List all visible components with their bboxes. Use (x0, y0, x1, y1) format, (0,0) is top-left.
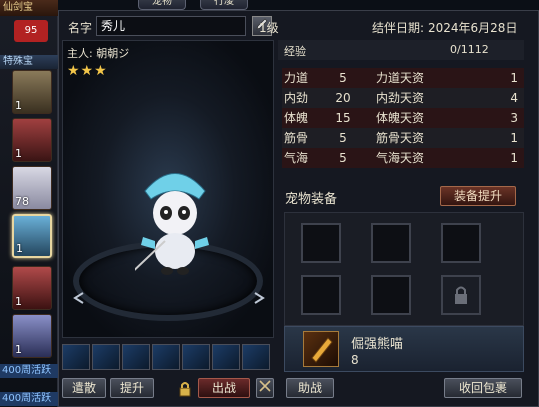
dismiss-battle-button[interactable] (256, 378, 274, 398)
rotate-left-icon[interactable] (71, 291, 85, 305)
exp-label: 经验 (284, 45, 306, 58)
equipment-slot[interactable] (371, 275, 411, 315)
lock-badge[interactable]: 95 (14, 20, 48, 42)
equipment-upgrade-button[interactable]: 装备提升 (440, 186, 516, 206)
slot-count: 1 (15, 343, 22, 356)
stat-value: 5 (339, 151, 347, 165)
stat-name: 内劲 (284, 91, 309, 105)
pet-item-row[interactable]: 倔强熊喵 8 (284, 326, 524, 372)
name-row: 名字 秀儿 (62, 16, 278, 38)
stat-row: 气海 5 气海天资 1 (282, 148, 524, 168)
stat-value: 5 (339, 131, 347, 145)
skill-slot[interactable] (182, 344, 210, 370)
promo-tag-2[interactable]: 400周活跃 (0, 392, 58, 406)
retrieve-button[interactable]: 收回包裹 (444, 378, 522, 398)
crossed-swords-icon (259, 380, 271, 392)
stat-value: 5 (339, 71, 347, 85)
slot-count: 1 (16, 242, 23, 255)
item-count: 8 (351, 353, 359, 367)
skill-slot[interactable] (242, 344, 270, 370)
panda-pet-icon (135, 173, 209, 275)
assist-button[interactable]: 助战 (286, 378, 334, 398)
stat-name: 筋骨 (284, 131, 309, 145)
stat-name: 体魄 (284, 111, 309, 125)
list-top-label: 仙剑宝 (0, 0, 58, 16)
tab-pet[interactable]: 宠物 (138, 0, 186, 10)
companion-label: 结伴日期: (372, 21, 425, 35)
skill-bar (62, 344, 274, 370)
slot-count: 78 (15, 195, 29, 208)
companion-date: 2024年6月28日 (428, 21, 518, 35)
star-rating: ★★★ (67, 63, 108, 79)
stat-row: 体魄 15 体魄天资 3 (282, 108, 524, 128)
promote-button[interactable]: 提升 (110, 378, 154, 398)
equipment-slot[interactable] (301, 275, 341, 315)
aptitude-value: 1 (510, 131, 518, 145)
aptitude-value: 1 (510, 71, 518, 85)
rotate-right-icon[interactable] (253, 291, 267, 305)
lock-icon (455, 286, 467, 304)
skill-slot[interactable] (212, 344, 240, 370)
item-name: 倔强熊喵 (351, 337, 404, 352)
owner-label: 主人: (67, 47, 93, 60)
stat-row: 力道 5 力道天资 1 (282, 68, 524, 88)
stat-name: 气海 (284, 151, 309, 165)
equipment-grid (284, 212, 524, 326)
pet-slot-4-selected[interactable]: 1 (12, 214, 52, 258)
scroll-icon (311, 337, 333, 363)
aptitude-value: 3 (510, 111, 518, 125)
tab-mount[interactable]: 行凌 (200, 0, 248, 10)
pet-slot-3[interactable]: 78 (12, 166, 52, 210)
release-button[interactable]: 遣散 (62, 378, 106, 398)
stat-row: 内劲 20 内劲天资 4 (282, 88, 524, 108)
aptitude-value: 1 (510, 151, 518, 165)
slot-count: 1 (15, 295, 22, 308)
pet-slot-5[interactable]: 1 (12, 266, 52, 310)
aptitude-name: 筋骨天资 (376, 131, 425, 145)
pet-list-sidebar: 仙剑宝 95 特殊宝 1 1 78 1 1 1 400周活跃 400周活跃 (0, 0, 58, 407)
name-field[interactable]: 秀儿 (96, 16, 246, 36)
pet-slot-6[interactable]: 1 (12, 314, 52, 358)
battle-button[interactable]: 出战 (198, 378, 250, 398)
aptitude-value: 4 (510, 91, 518, 105)
list-section-label: 特殊宝 (0, 55, 58, 69)
pet-level: 1级 (259, 21, 279, 35)
exp-value: 0/1112 (450, 43, 489, 56)
skill-slot[interactable] (62, 344, 90, 370)
equipment-slot[interactable] (301, 223, 341, 263)
exp-row: 经验 0/1112 (278, 40, 524, 60)
equipment-title: 宠物装备 (285, 192, 338, 207)
aptitude-name: 内劲天资 (376, 91, 425, 105)
pet-portrait[interactable]: 主人: 朝朝ジ ★★★ (62, 40, 274, 338)
equipment-slot-locked[interactable] (441, 275, 481, 315)
pet-slot-2[interactable]: 1 (12, 118, 52, 162)
skill-slot[interactable] (152, 344, 180, 370)
aptitude-name: 气海天资 (376, 151, 425, 165)
equipment-slot[interactable] (441, 223, 481, 263)
lock-icon[interactable] (178, 381, 192, 397)
name-label: 名字 (68, 21, 93, 35)
skill-slot[interactable] (92, 344, 120, 370)
stat-value: 20 (335, 91, 351, 105)
slot-count: 1 (15, 99, 22, 112)
stat-value: 15 (335, 111, 351, 125)
slot-count: 1 (15, 147, 22, 160)
item-icon (303, 331, 339, 367)
stat-row: 筋骨 5 筋骨天资 1 (282, 128, 524, 148)
owner-line: 主人: 朝朝ジ (67, 45, 129, 61)
aptitude-name: 力道天资 (376, 71, 425, 85)
stat-name: 力道 (284, 71, 309, 85)
promo-tag-1[interactable]: 400周活跃 (0, 364, 58, 378)
owner-name: 朝朝ジ (96, 47, 130, 60)
stat-table: 力道 5 力道天资 1 内劲 20 内劲天资 4 体魄 15 体魄天资 3 筋骨… (282, 68, 524, 168)
aptitude-name: 体魄天资 (376, 111, 425, 125)
pet-slot-1[interactable]: 1 (12, 70, 52, 114)
skill-slot[interactable] (122, 344, 150, 370)
equipment-slot[interactable] (371, 223, 411, 263)
